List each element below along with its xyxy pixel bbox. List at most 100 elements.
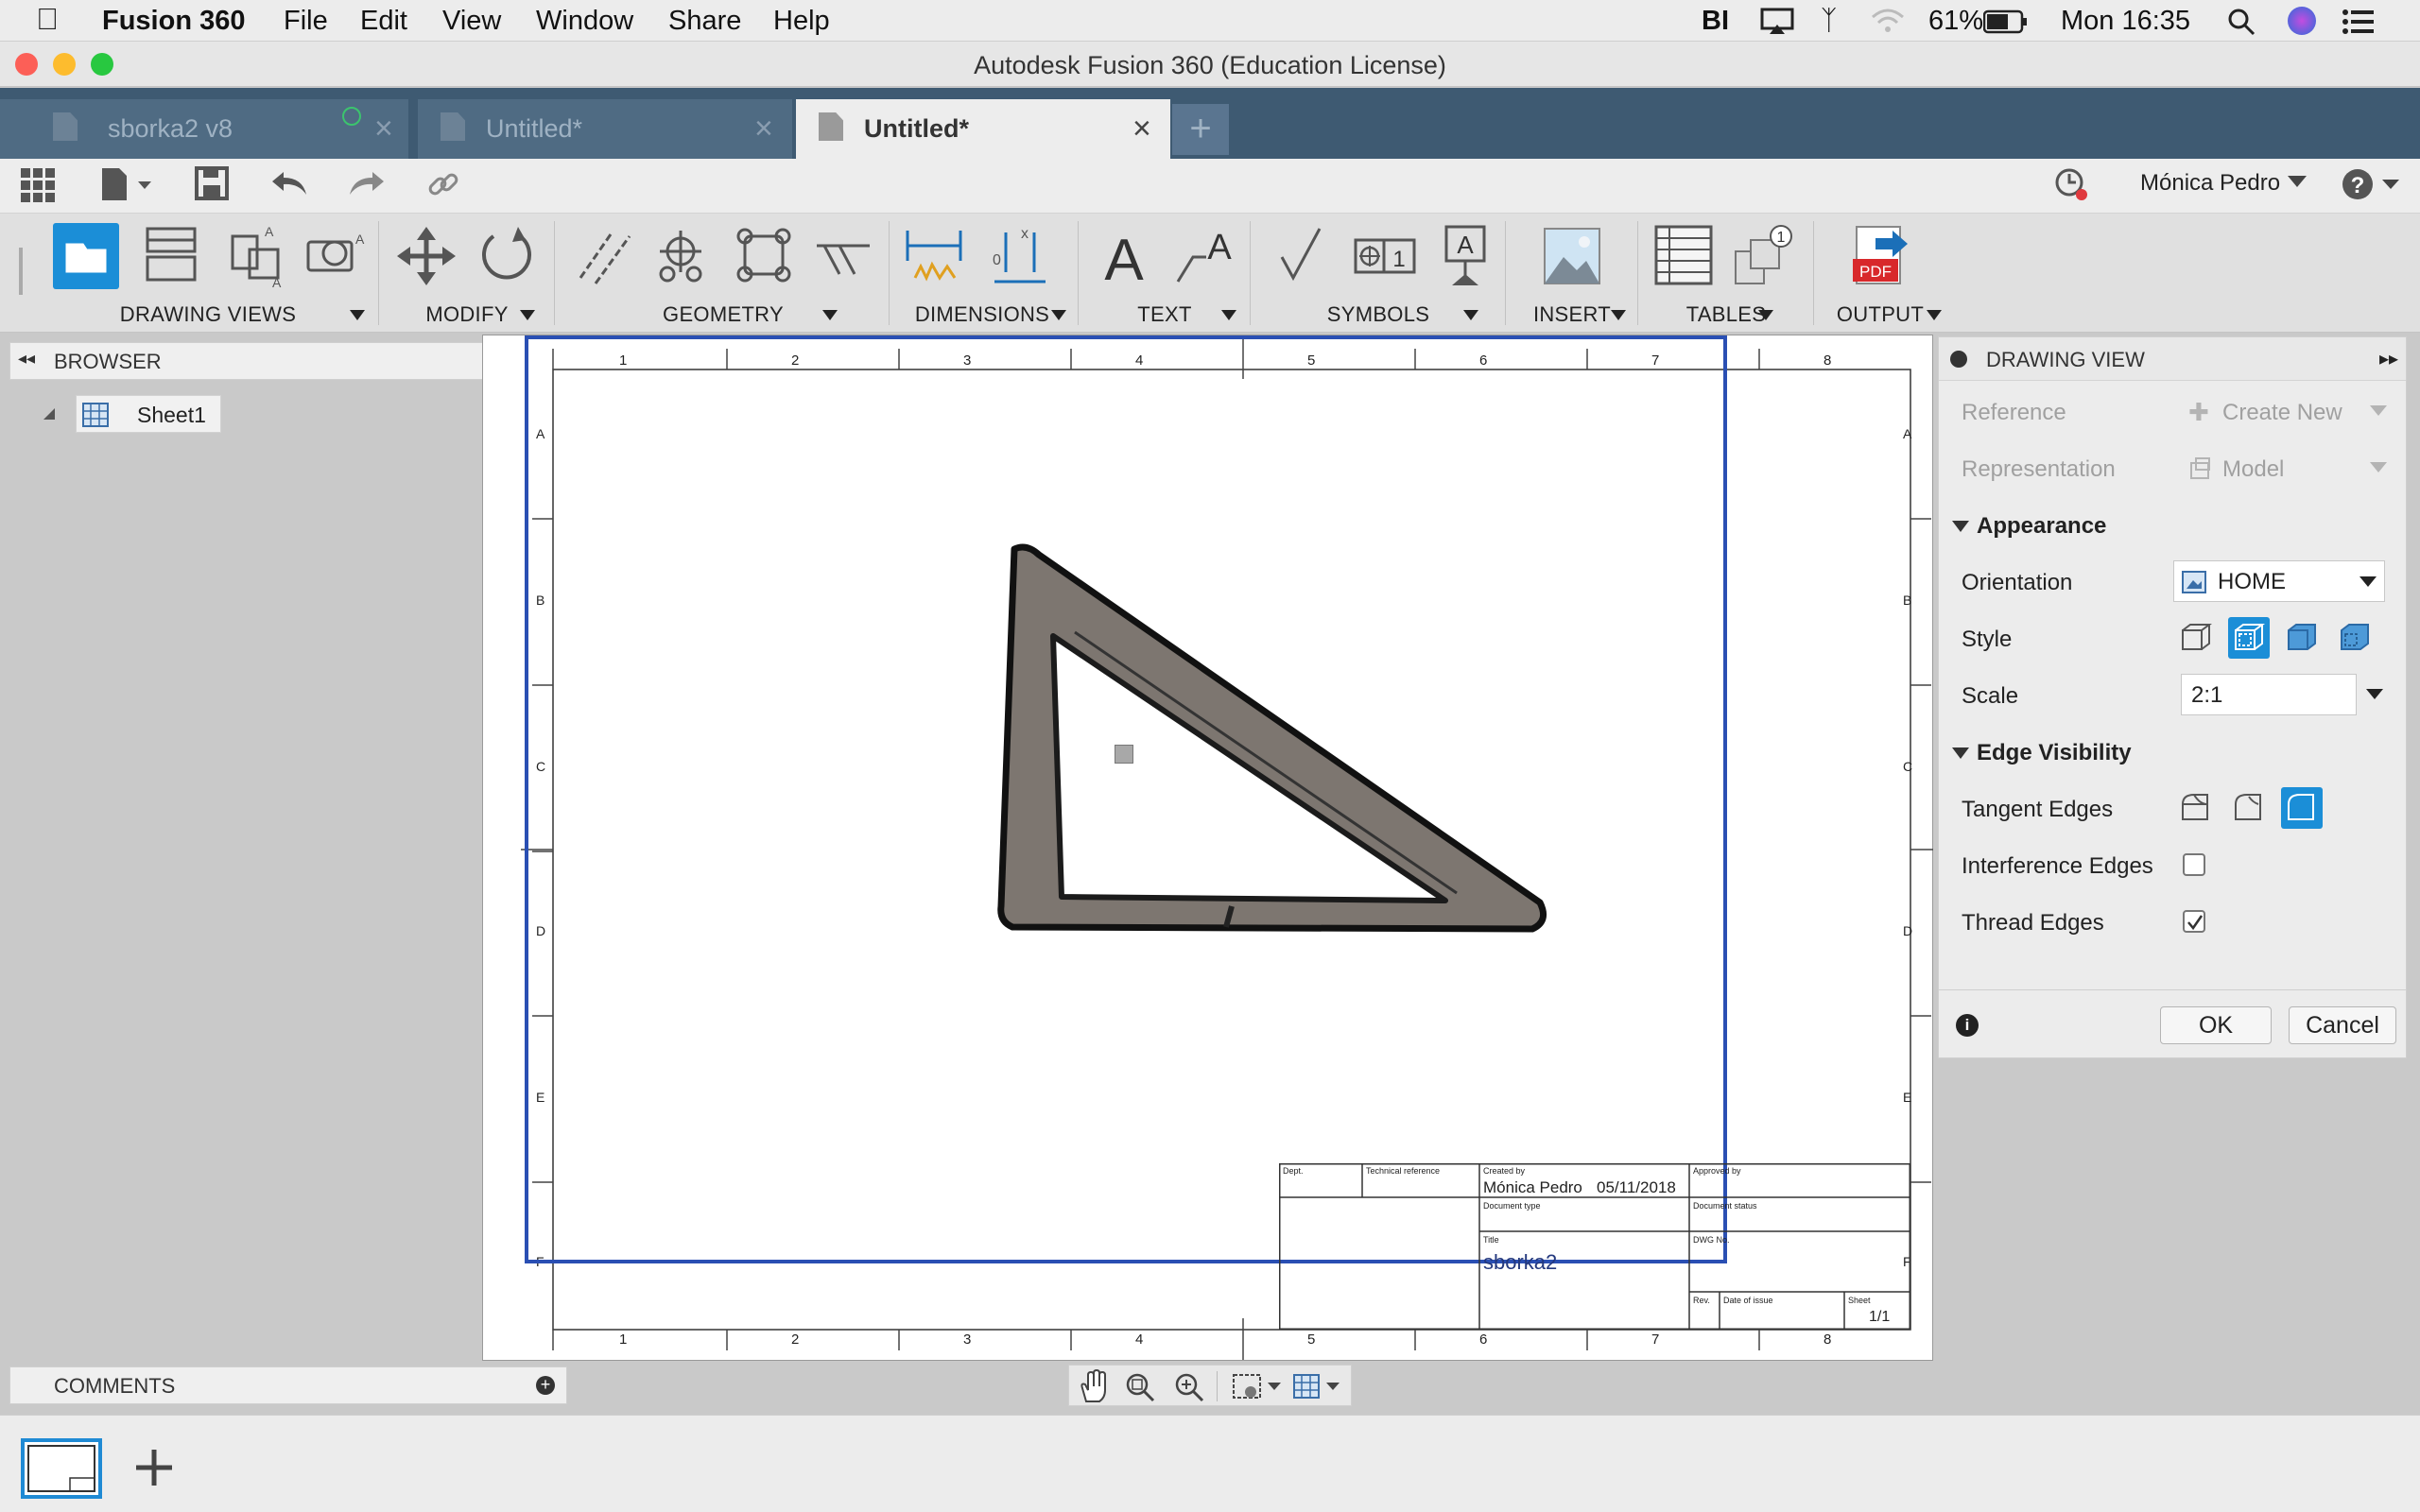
base-view-button[interactable] bbox=[53, 223, 119, 289]
scale-dropdown-chevron-icon[interactable] bbox=[2366, 689, 2383, 700]
battery-icon[interactable] bbox=[1983, 9, 2029, 34]
spotlight-search-icon[interactable] bbox=[2227, 8, 2256, 36]
leader-text-icon[interactable]: A bbox=[1172, 223, 1238, 289]
insert-image-icon[interactable] bbox=[1539, 223, 1605, 289]
title-block[interactable]: Dept. Technical reference Created by Món… bbox=[1279, 1163, 1910, 1330]
doc-tab-untitled-1[interactable]: Untitled* × bbox=[418, 99, 792, 159]
dialog-minimize-icon[interactable] bbox=[1950, 351, 1967, 368]
cancel-button[interactable]: Cancel bbox=[2289, 1006, 2396, 1044]
section-view-icon[interactable]: A A bbox=[223, 223, 289, 289]
ribbon-group-label[interactable]: DIMENSIONS bbox=[892, 302, 1072, 327]
apple-icon[interactable]:  bbox=[36, 2, 59, 37]
ribbon-group-label[interactable]: GEOMETRY bbox=[558, 302, 889, 327]
doc-tab-untitled-active[interactable]: Untitled* × bbox=[796, 99, 1170, 159]
move-icon[interactable] bbox=[393, 223, 459, 289]
edge-visibility-section[interactable]: Edge Visibility bbox=[1977, 740, 2132, 766]
tangent-edges-off-button[interactable] bbox=[2281, 787, 2323, 829]
table-icon[interactable] bbox=[1651, 223, 1717, 289]
center-mark-pattern-icon[interactable] bbox=[732, 223, 798, 289]
thread-edges-checkbox[interactable] bbox=[2183, 910, 2205, 933]
bluetooth-icon[interactable]: ᛉ bbox=[1821, 6, 1837, 37]
ordinate-dimension-icon[interactable]: 0 x bbox=[987, 223, 1053, 289]
menu-help[interactable]: Help bbox=[773, 6, 830, 37]
bi-icon[interactable]: BI bbox=[1702, 6, 1729, 37]
app-menu[interactable]: Fusion 360 bbox=[102, 6, 246, 37]
ribbon-group-label[interactable]: DRAWING VIEWS bbox=[38, 302, 378, 327]
tangent-edges-full-icon[interactable] bbox=[2175, 787, 2217, 829]
view-move-handle[interactable] bbox=[1115, 745, 1133, 764]
help-icon[interactable]: ? bbox=[2341, 166, 2401, 202]
interference-edges-checkbox[interactable] bbox=[2183, 853, 2205, 876]
menu-share[interactable]: Share bbox=[668, 6, 741, 37]
style-shaded-icon[interactable] bbox=[2281, 617, 2323, 659]
style-hidden-edges-button[interactable] bbox=[2228, 617, 2270, 659]
datum-identifier-icon[interactable]: A bbox=[1433, 223, 1499, 289]
representation-dropdown[interactable]: Model bbox=[2181, 447, 2393, 489]
sheet-thumbnail[interactable] bbox=[21, 1438, 102, 1499]
menu-file[interactable]: File bbox=[284, 6, 328, 37]
centerline-icon[interactable] bbox=[573, 223, 639, 289]
zoom-icon[interactable] bbox=[1173, 1371, 1205, 1403]
airplay-icon[interactable] bbox=[1760, 8, 1794, 36]
close-tab-icon[interactable]: × bbox=[374, 111, 393, 147]
menu-edit[interactable]: Edit bbox=[360, 6, 407, 37]
menu-view[interactable]: View bbox=[442, 6, 501, 37]
collapse-section-icon[interactable] bbox=[1952, 521, 1969, 534]
collapse-panel-icon[interactable]: ◂◂ bbox=[18, 349, 35, 369]
pdf-output-icon[interactable]: PDF bbox=[1847, 223, 1913, 289]
user-menu[interactable]: Mónica Pedro bbox=[2140, 170, 2280, 197]
drawing-sheet[interactable]: 1 2 3 4 5 6 7 8 1 2 3 4 5 6 7 8 A B C D … bbox=[482, 335, 1933, 1361]
siri-icon[interactable] bbox=[2288, 7, 2316, 35]
info-icon[interactable]: i bbox=[1956, 1014, 1979, 1037]
orientation-dropdown[interactable]: HOME bbox=[2173, 560, 2385, 602]
edge-extension-icon[interactable] bbox=[811, 223, 877, 289]
link-icon[interactable] bbox=[427, 168, 459, 200]
save-icon[interactable] bbox=[195, 166, 229, 202]
doc-tab-sborka2[interactable]: sborka2 v8 × bbox=[0, 99, 408, 159]
appearance-section[interactable]: Appearance bbox=[1977, 513, 2106, 540]
wifi-icon[interactable] bbox=[1870, 8, 1906, 34]
menu-window[interactable]: Window bbox=[536, 6, 633, 37]
surface-texture-icon[interactable] bbox=[1272, 223, 1339, 289]
detail-view-icon[interactable]: A bbox=[302, 223, 369, 289]
close-tab-icon[interactable]: × bbox=[754, 111, 773, 147]
center-mark-icon[interactable] bbox=[652, 223, 718, 289]
ribbon-grip[interactable] bbox=[19, 248, 23, 295]
reference-dropdown[interactable]: ✚ Create New bbox=[2181, 390, 2393, 432]
zoom-window-icon[interactable] bbox=[1124, 1371, 1156, 1403]
ribbon-group-label[interactable]: TABLES bbox=[1641, 302, 1811, 327]
expand-dialog-icon[interactable]: ▸▸ bbox=[2379, 347, 2398, 370]
fit-view-settings-icon[interactable] bbox=[1232, 1371, 1285, 1403]
style-shaded-hidden-icon[interactable] bbox=[2334, 617, 2376, 659]
add-sheet-icon[interactable] bbox=[132, 1446, 176, 1489]
new-tab-button[interactable]: + bbox=[1172, 104, 1229, 155]
user-menu-chevron-icon[interactable] bbox=[2288, 176, 2307, 189]
job-status-icon[interactable] bbox=[2053, 166, 2089, 202]
rotate-icon[interactable] bbox=[473, 223, 539, 289]
collapse-section-icon[interactable] bbox=[1952, 747, 1969, 761]
tree-expand-icon[interactable] bbox=[42, 406, 57, 421]
tangent-edges-shortened-icon[interactable] bbox=[2228, 787, 2270, 829]
browser-item-sheet1[interactable]: Sheet1 bbox=[76, 395, 221, 433]
grid-settings-icon[interactable] bbox=[1292, 1371, 1345, 1403]
scale-input[interactable]: 2:1 bbox=[2181, 674, 2357, 715]
projected-view-icon[interactable] bbox=[138, 223, 204, 289]
text-icon[interactable]: A bbox=[1091, 223, 1157, 289]
undo-icon[interactable] bbox=[270, 170, 308, 198]
pan-icon[interactable] bbox=[1075, 1369, 1113, 1403]
notification-center-icon[interactable] bbox=[2342, 9, 2375, 34]
drawing-view-dialog-header[interactable]: DRAWING VIEW ▸▸ bbox=[1939, 337, 2406, 381]
data-panel-grid-icon[interactable] bbox=[21, 168, 57, 202]
close-tab-icon[interactable]: × bbox=[1132, 111, 1151, 147]
feature-control-frame-icon[interactable]: 1 bbox=[1352, 223, 1418, 289]
ok-button[interactable]: OK bbox=[2160, 1006, 2272, 1044]
redo-icon[interactable] bbox=[348, 170, 386, 198]
style-visible-edges-icon[interactable] bbox=[2175, 617, 2217, 659]
clock[interactable]: Mon 16:35 bbox=[2061, 6, 2190, 37]
dimension-icon[interactable] bbox=[902, 223, 968, 289]
comments-panel-header[interactable]: COMMENTS + bbox=[9, 1366, 567, 1404]
add-comment-icon[interactable]: + bbox=[536, 1376, 555, 1395]
ribbon-group-label[interactable]: OUTPUT bbox=[1817, 302, 1944, 327]
balloon-icon[interactable]: 1 bbox=[1732, 223, 1798, 289]
file-menu-icon[interactable] bbox=[100, 166, 157, 202]
